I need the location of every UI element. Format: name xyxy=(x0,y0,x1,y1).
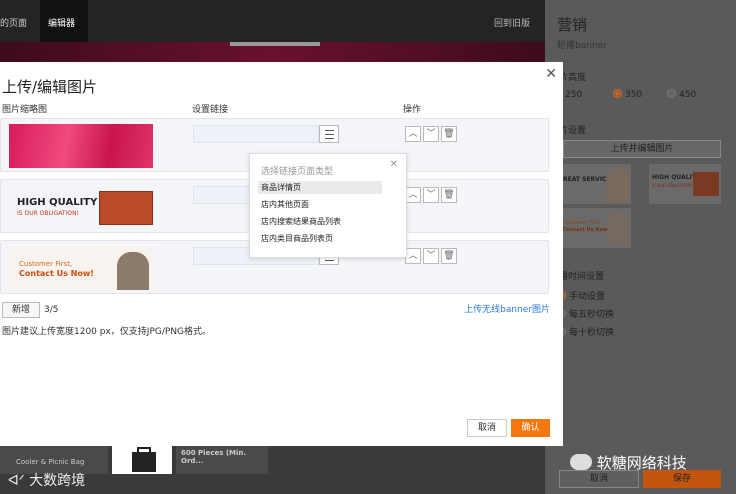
panel-subtitle: 轮播banner xyxy=(557,41,607,51)
bag-icon xyxy=(132,447,156,472)
move-down-icon[interactable]: ﹀ xyxy=(423,126,439,142)
upload-hint: 图片建议上传宽度1200 px，仅支持JPG/PNG格式。 xyxy=(2,327,212,337)
link-input[interactable] xyxy=(193,125,319,143)
upload-edit-image-button[interactable]: 上传并编辑图片 xyxy=(563,140,721,158)
logo-text: 大数跨境 xyxy=(29,473,86,489)
option-category-list[interactable]: 店内类目商品列表页 xyxy=(258,232,382,245)
dialog-confirm-button[interactable]: 确认 xyxy=(511,419,550,437)
image-settings-label: 片设置 xyxy=(559,126,587,136)
tab-editor[interactable]: 编辑器 xyxy=(48,16,75,29)
watermark: 软糖网络科技 xyxy=(570,452,687,473)
settings-panel: 营销 轮播banner 片高度 250 350 450 片设置 上传并编辑图片 … xyxy=(545,0,736,494)
add-image-button[interactable]: 新增 xyxy=(2,302,40,318)
move-down-icon[interactable]: ﹀ xyxy=(423,187,439,203)
link-type-dropdown: 选择链接页面类型 ✕ 商品详情页 店内其他页面 店内搜索结果商品列表 店内类目商… xyxy=(249,153,407,258)
column-header-link: 设置链接 xyxy=(192,105,229,115)
column-header-thumbnail: 图片缩略图 xyxy=(2,105,48,115)
delete-icon[interactable]: 🗑 xyxy=(441,187,457,203)
interval-radio-manual[interactable]: 手动设置 xyxy=(557,289,605,302)
interval-label: 播时间设置 xyxy=(559,272,605,282)
option-search-results[interactable]: 店内搜索结果商品列表 xyxy=(258,215,382,228)
close-icon[interactable]: ✕ xyxy=(545,66,557,82)
image-count: 3/5 xyxy=(44,305,59,315)
upload-edit-image-dialog: 上传/编辑图片 ✕ 图片缩略图 设置链接 操作 ︿ ﹀ 🗑 HIGH QUALITY… xyxy=(0,62,563,446)
wechat-icon xyxy=(570,454,592,470)
link-type-menu-icon[interactable] xyxy=(319,125,339,143)
move-up-icon[interactable]: ︿ xyxy=(405,187,421,203)
banner-thumb-1[interactable]: REAT SERVICE xyxy=(563,164,631,204)
banner-scroll-bar xyxy=(230,42,320,46)
banner-thumb-2[interactable]: HIGH QUALITY IS OUR OBLIGATION xyxy=(649,164,721,204)
option-other-pages[interactable]: 店内其他页面 xyxy=(258,198,382,211)
dialog-title: 上传/编辑图片 xyxy=(2,78,98,96)
delete-icon[interactable]: 🗑 xyxy=(441,248,457,264)
product-card-title: 600 Pieces (Min. Ord... xyxy=(181,449,247,465)
delete-icon[interactable]: 🗑 xyxy=(441,126,457,142)
height-label: 片高度 xyxy=(559,73,587,83)
option-product-detail[interactable]: 商品详情页 xyxy=(258,181,382,194)
height-radio-350[interactable]: 350 xyxy=(613,89,642,100)
editor-topbar: 的页面 编辑器 回到旧版 xyxy=(0,0,545,42)
person-icon xyxy=(117,252,149,290)
close-icon[interactable]: ✕ xyxy=(390,159,398,170)
banner-thumbnail-service: Customer First, Contact Us Now! xyxy=(9,246,153,290)
panel-title: 营销 xyxy=(557,16,588,34)
banner-thumb-3[interactable]: Customer First, Contact Us Now! xyxy=(563,208,631,248)
move-up-icon[interactable]: ︿ xyxy=(405,126,421,142)
person-icon xyxy=(607,212,629,246)
radio-selected-icon xyxy=(613,89,622,98)
move-down-icon[interactable]: ﹀ xyxy=(423,248,439,264)
radio-icon xyxy=(667,89,676,98)
dialog-cancel-button[interactable]: 取消 xyxy=(467,419,507,437)
container-icon xyxy=(99,191,153,225)
logo-icon: ᐊᐟ xyxy=(8,473,25,489)
footer-logo: ᐊᐟ 大数跨境 xyxy=(8,470,85,490)
tab-pages[interactable]: 的页面 xyxy=(0,16,27,29)
product-image xyxy=(112,446,172,474)
container-icon xyxy=(693,172,719,196)
back-to-old-version-link[interactable]: 回到旧版 xyxy=(494,16,530,29)
interval-radio-10s[interactable]: 每十秒切换 xyxy=(557,325,614,338)
person-icon xyxy=(607,168,629,202)
upload-wireless-banner-link[interactable]: 上传无线banner图片 xyxy=(464,302,550,315)
row-operations: ︿ ﹀ 🗑 xyxy=(405,248,459,264)
move-up-icon[interactable]: ︿ xyxy=(405,248,421,264)
height-radio-450[interactable]: 450 xyxy=(667,89,696,100)
banner-thumbnail-quality: HIGH QUALITY IS OUR OBLIGATION! xyxy=(9,185,153,229)
column-header-ops: 操作 xyxy=(403,105,422,115)
banner-thumbnail-pink xyxy=(9,124,153,168)
interval-radio-5s[interactable]: 每五秒切换 xyxy=(557,307,614,320)
row-operations: ︿ ﹀ 🗑 xyxy=(405,126,459,142)
dropdown-title: 选择链接页面类型 xyxy=(261,167,334,177)
product-card-title: Cooler & Picnic Bag xyxy=(16,458,85,466)
row-operations: ︿ ﹀ 🗑 xyxy=(405,187,459,203)
product-card: 600 Pieces (Min. Ord... xyxy=(176,446,268,474)
